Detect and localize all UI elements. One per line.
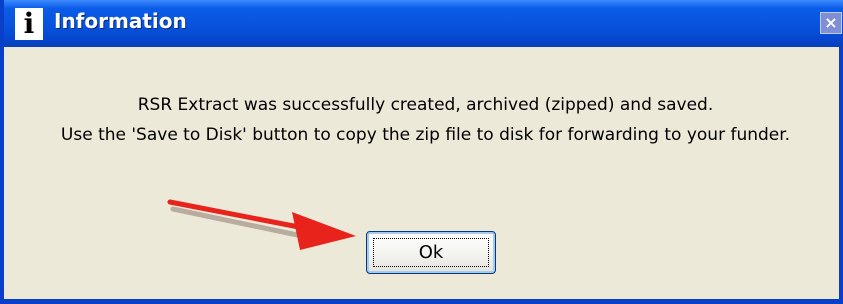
message-line-2: Use the 'Save to Disk' button to copy th…	[60, 125, 791, 145]
title-bar[interactable]: i Information ×	[4, 0, 843, 47]
ok-button-label: Ok	[418, 242, 444, 263]
information-dialog: i Information × RSR Extract was successf…	[0, 0, 843, 304]
close-icon: ×	[824, 13, 838, 32]
red-arrow-icon	[167, 199, 356, 250]
close-button[interactable]: ×	[820, 12, 842, 34]
message-line-1: RSR Extract was successfully created, ar…	[137, 95, 714, 115]
info-icon: i	[15, 8, 43, 40]
info-icon-glyph: i	[23, 7, 35, 40]
dialog-title: Information	[54, 9, 187, 33]
ok-button[interactable]: Ok	[366, 231, 496, 274]
